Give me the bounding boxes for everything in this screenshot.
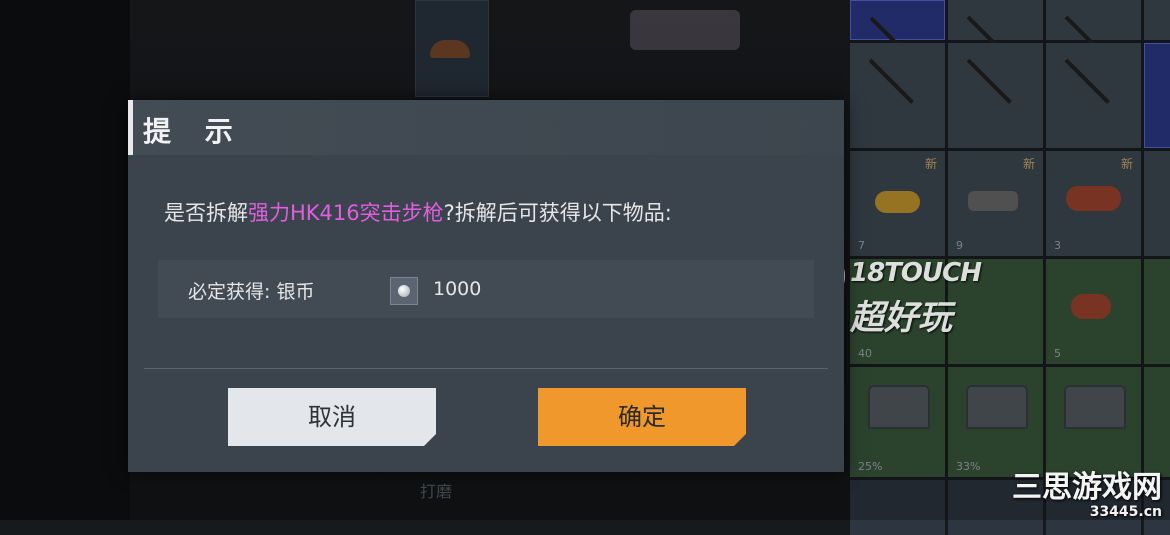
watermark-site: 三思游戏网 33445.cn — [1012, 470, 1162, 521]
message-prefix: 是否拆解 — [164, 201, 248, 225]
reward-amount: 1000 — [433, 278, 482, 300]
confirm-button[interactable]: 确定 — [538, 388, 746, 446]
watermark-brand-cn: 超好玩 — [850, 298, 952, 338]
reward-label: 必定获得: 银币 — [188, 281, 315, 303]
message-suffix: ?拆解后可获得以下物品: — [443, 201, 672, 225]
watermark-site-url: 33445.cn — [1089, 504, 1162, 520]
dismantle-dialog: 提 示 是否拆解强力HK416突击步枪?拆解后可获得以下物品: 必定获得: 银币… — [128, 100, 844, 472]
silver-coin-icon — [390, 277, 418, 305]
watermark-site-name: 三思游戏网 — [1012, 470, 1162, 505]
cancel-button[interactable]: 取消 — [228, 388, 436, 446]
watermark-brand: 18TOUCH — [850, 258, 982, 288]
dialog-divider — [144, 368, 828, 369]
reward-box: 必定获得: 银币 1000 — [158, 260, 814, 318]
dialog-message: 是否拆解强力HK416突击步枪?拆解后可获得以下物品: — [164, 197, 672, 227]
dialog-header: 提 示 — [128, 100, 844, 155]
item-name: 强力HK416突击步枪 — [248, 201, 444, 225]
header-accent-bar — [128, 100, 133, 155]
dialog-title: 提 示 — [143, 115, 245, 148]
